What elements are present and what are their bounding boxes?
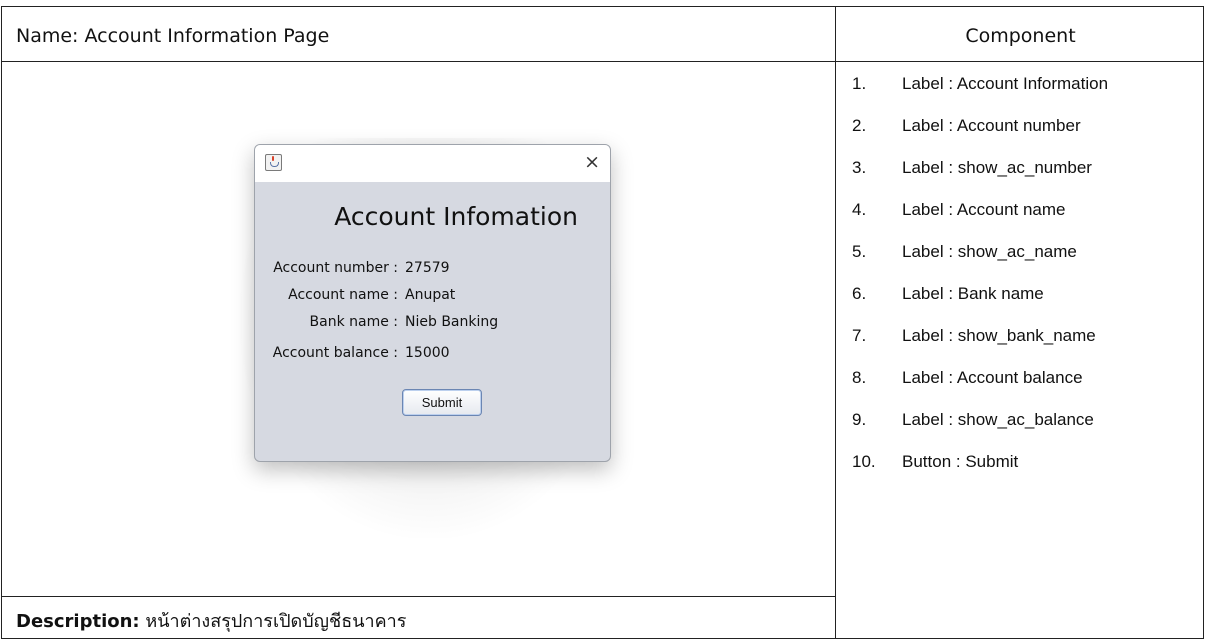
list-item-text: Button : Submit (902, 452, 1019, 471)
list-item-number: 3. (852, 158, 867, 177)
list-item: 5. Label : show_ac_name (852, 238, 1108, 266)
account-info-window: × Account Infomation Account number : 27… (254, 144, 611, 462)
bank-name-label: Bank name : (309, 314, 398, 330)
list-item-number: 2. (852, 116, 867, 135)
account-name-value: Anupat (405, 287, 456, 303)
list-item: 10. Button : Submit (852, 448, 1108, 476)
page-name-heading: Name: Account Information Page (16, 25, 330, 47)
list-item-number: 6. (852, 284, 867, 303)
list-item-number: 10. (852, 452, 876, 471)
list-item: 2. Label : Account number (852, 112, 1108, 140)
description-label: Description: (16, 611, 140, 632)
list-item: 8. Label : Account balance (852, 364, 1108, 392)
list-item-text: Label : Bank name (902, 284, 1044, 303)
list-item-number: 8. (852, 368, 867, 387)
component-heading: Component (965, 25, 1076, 47)
bank-name-value: Nieb Banking (405, 314, 499, 330)
list-item-text: Label : show_ac_name (902, 242, 1077, 261)
column-divider (835, 7, 836, 638)
account-balance-label: Account balance : (272, 345, 398, 361)
submit-button[interactable]: Submit (402, 389, 482, 416)
window-titlebar[interactable]: × (255, 145, 610, 182)
header-divider (2, 61, 1203, 62)
list-item: 1. Label : Account Information (852, 70, 1108, 98)
window-title: Account Infomation (334, 202, 578, 231)
list-item-text: Label : Account balance (902, 368, 1083, 387)
list-item-number: 1. (852, 74, 867, 93)
close-icon[interactable]: × (584, 151, 600, 173)
list-item-text: Label : show_ac_number (902, 158, 1092, 177)
description-text: หน้าต่างสรุปการเปิดบัญชีธนาคาร (145, 611, 407, 632)
list-item-number: 4. (852, 200, 867, 219)
java-icon (265, 154, 282, 171)
list-item: 4. Label : Account name (852, 196, 1108, 224)
account-number-label: Account number : (273, 260, 398, 276)
list-item: 7. Label : show_bank_name (852, 322, 1108, 350)
list-item-number: 7. (852, 326, 867, 345)
account-number-value: 27579 (405, 260, 450, 276)
description-row: Description: หน้าต่างสรุปการเปิดบัญชีธนา… (16, 610, 406, 634)
list-item-text: Label : show_ac_balance (902, 410, 1094, 429)
list-item-text: Label : Account number (902, 116, 1081, 135)
list-item: 9. Label : show_ac_balance (852, 406, 1108, 434)
list-item: 6. Label : Bank name (852, 280, 1108, 308)
list-item: 3. Label : show_ac_number (852, 154, 1108, 182)
list-item-text: Label : Account name (902, 200, 1066, 219)
account-balance-value: 15000 (405, 345, 450, 361)
list-item-text: Label : show_bank_name (902, 326, 1096, 345)
description-divider (2, 596, 836, 597)
list-item-number: 9. (852, 410, 867, 429)
account-name-label: Account name : (288, 287, 398, 303)
component-list: 1. Label : Account Information 2. Label : … (852, 70, 1108, 490)
list-item-number: 5. (852, 242, 867, 261)
list-item-text: Label : Account Information (902, 74, 1109, 93)
